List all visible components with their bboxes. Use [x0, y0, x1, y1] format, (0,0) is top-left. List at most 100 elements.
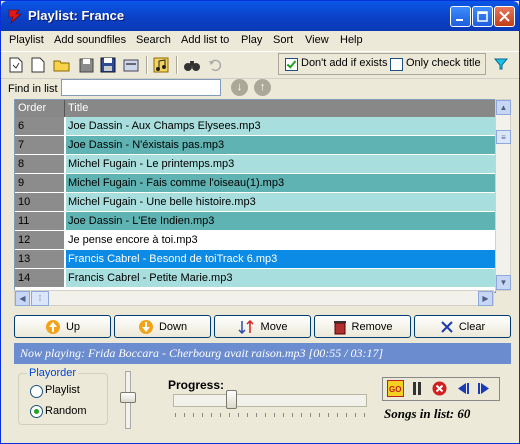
binoculars-icon [184, 61, 200, 71]
pause-button[interactable] [410, 380, 424, 397]
save-button[interactable] [77, 56, 95, 74]
find-button[interactable] [183, 56, 201, 74]
table-row[interactable]: 6 Joe Dassin - Aux Champs Elysees.mp3 [15, 117, 495, 136]
volume-slider[interactable] [119, 369, 136, 429]
table-row[interactable]: 7 Joe Dassin - N'éxistais pas.mp3 [15, 136, 495, 155]
clear-x-icon [441, 320, 453, 333]
row-title: Michel Fugain - Le printemps.mp3 [66, 155, 495, 174]
table-row[interactable]: 12 Je pense encore à toi.mp3 [15, 231, 495, 250]
menu-search[interactable]: Search [136, 34, 171, 46]
horizontal-scrollbar[interactable]: ◀ ⁞ ▶ [14, 290, 494, 306]
row-title: Joe Dassin - N'éxistais pas.mp3 [66, 136, 495, 155]
row-order: 14 [15, 269, 65, 288]
clear-button-label: Clear [458, 320, 486, 333]
close-button[interactable] [494, 6, 515, 27]
row-title: Joe Dassin - L'Ete Indien.mp3 [66, 212, 495, 231]
remove-button[interactable]: Remove [314, 315, 411, 338]
properties-icon [123, 59, 139, 72]
playorder-playlist-label: Playlist [45, 384, 80, 396]
next-button[interactable] [476, 380, 493, 397]
scroll-up-button[interactable]: ▲ [496, 100, 511, 115]
horizontal-scroll-thumb[interactable]: ⁞ [31, 291, 49, 306]
playorder-playlist-radio[interactable] [30, 385, 43, 398]
row-title: Michel Fugain - Fais comme l'oiseau(1).m… [66, 174, 495, 193]
row-order: 7 [15, 136, 65, 155]
table-row[interactable]: 11 Joe Dassin - L'Ete Indien.mp3 [15, 212, 495, 231]
menu-help[interactable]: Help [340, 34, 363, 46]
row-order: 8 [15, 155, 65, 174]
arrow-up-circle-icon [45, 319, 60, 334]
menu-playlist[interactable]: Playlist [9, 34, 44, 46]
up-button[interactable]: Up [14, 315, 111, 338]
move-button[interactable]: Move [214, 315, 311, 338]
row-title: Michel Fugain - Une belle histoire.mp3 [66, 193, 495, 212]
dont-add-if-exists-checkbox[interactable] [285, 58, 298, 71]
down-button[interactable]: Down [114, 315, 211, 338]
find-previous-up-button[interactable]: ↑ [254, 79, 271, 96]
dont-add-if-exists-label: Don't add if exists [301, 57, 388, 69]
filter-icon [493, 58, 509, 70]
maximize-button[interactable] [472, 6, 493, 27]
playorder-random-label: Random [45, 405, 87, 417]
table-row[interactable]: 13 Francis Cabrel - Besond de toiTrack 6.… [15, 250, 495, 269]
move-icon [238, 319, 254, 334]
down-button-label: Down [158, 320, 188, 333]
stop-button[interactable] [431, 380, 448, 397]
only-check-title-checkbox[interactable] [390, 58, 403, 71]
menu-play[interactable]: Play [241, 34, 262, 46]
scroll-thumb[interactable]: ≡ [496, 130, 511, 144]
minimize-button[interactable] [450, 6, 471, 27]
only-check-title-label: Only check title [406, 57, 481, 69]
undo-button[interactable] [206, 56, 224, 74]
next-icon [478, 383, 489, 394]
move-button-label: Move [260, 320, 288, 333]
scroll-right-button[interactable]: ▶ [478, 291, 493, 306]
find-in-list-label: Find in list [8, 83, 58, 95]
save-icon [79, 58, 93, 72]
table-row[interactable]: 8 Michel Fugain - Le printemps.mp3 [15, 155, 495, 174]
arrow-up-icon: ↑ [259, 81, 266, 93]
close-icon [499, 11, 510, 22]
menu-add-soundfiles[interactable]: Add soundfiles [54, 34, 126, 46]
filter-button[interactable] [492, 55, 510, 72]
new-file-icon [31, 57, 45, 73]
progress-label: Progress: [168, 378, 225, 392]
options-box: Don't add if exists Only check title [278, 53, 486, 75]
menu-add-list-to[interactable]: Add list to [181, 34, 229, 46]
column-header-title[interactable]: Title [65, 100, 495, 117]
add-music-button[interactable] [152, 56, 170, 74]
scroll-down-button[interactable]: ▼ [496, 275, 511, 290]
new-playlist-button[interactable] [7, 56, 25, 74]
new-file-button[interactable] [29, 56, 47, 74]
clear-button[interactable]: Clear [414, 315, 511, 338]
menu-view[interactable]: View [305, 34, 329, 46]
save-as-button[interactable] [99, 56, 117, 74]
play-button[interactable]: GO [387, 380, 404, 397]
songs-in-list: Songs in list: 60 [384, 406, 471, 421]
properties-button[interactable] [122, 56, 140, 74]
title-bar[interactable]: Playlist: France [1, 1, 519, 31]
find-input[interactable] [61, 79, 221, 96]
trash-icon [333, 320, 346, 334]
now-playing-bar: Now playing: Frida Boccara - Cherbourg a… [14, 343, 511, 364]
menu-bar: Playlist Add soundfiles Search Add list … [1, 31, 519, 51]
playlist-table: Order Title 6 Joe Dassin - Aux Champs Ely… [14, 99, 496, 293]
table-row[interactable]: 14 Francis Cabrel - Petite Marie.mp3 [15, 269, 495, 288]
playorder-random-radio[interactable] [30, 405, 43, 418]
progress-track[interactable] [173, 394, 367, 407]
row-order: 6 [15, 117, 65, 136]
scroll-left-button[interactable]: ◀ [15, 291, 30, 306]
vertical-scrollbar[interactable]: ▲ ≡ ▼ [495, 99, 511, 291]
find-next-down-button[interactable]: ↓ [231, 79, 248, 96]
volume-thumb[interactable] [120, 391, 136, 403]
open-button[interactable] [53, 56, 71, 74]
column-header-order[interactable]: Order [15, 100, 65, 117]
previous-button[interactable] [454, 380, 471, 397]
menu-sort[interactable]: Sort [273, 34, 293, 46]
stop-icon [432, 381, 447, 396]
table-row[interactable]: 9 Michel Fugain - Fais comme l'oiseau(1).… [15, 174, 495, 193]
maximize-icon [477, 11, 488, 22]
table-row[interactable]: 10 Michel Fugain - Une belle histoire.mp3 [15, 193, 495, 212]
row-order: 12 [15, 231, 65, 250]
progress-thumb[interactable] [226, 390, 238, 409]
